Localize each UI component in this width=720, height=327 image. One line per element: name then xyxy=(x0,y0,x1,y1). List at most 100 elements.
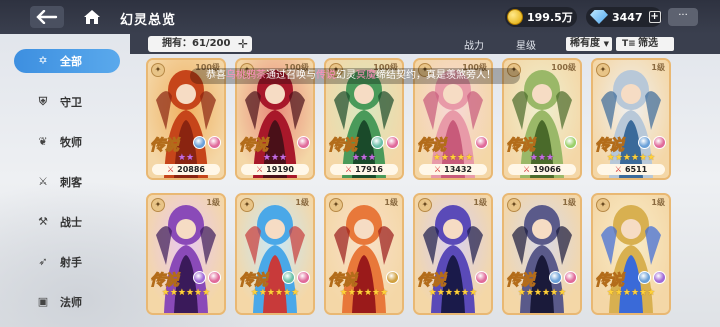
home-icon xyxy=(84,10,100,24)
class-badge-icon: ✦ xyxy=(329,198,343,212)
hero-level: 1级 xyxy=(651,63,665,72)
coin-icon xyxy=(507,9,523,25)
element-icons xyxy=(297,136,310,149)
element-icon xyxy=(208,136,221,149)
sidebar-item-mage[interactable]: ▣ 法师 xyxy=(14,290,120,314)
element-icon xyxy=(386,271,399,284)
hero-card[interactable]: ✦ 1级 传说 ★★★★★★ xyxy=(413,193,493,315)
sidebar-item-priest[interactable]: ❦ 牧师 xyxy=(14,130,120,154)
star-rating: ★★★★★★ xyxy=(339,288,389,298)
sword-icon: ⚒ xyxy=(38,215,48,228)
element-icon xyxy=(193,271,206,284)
star-rating: ★★★ xyxy=(262,153,288,163)
element-icons xyxy=(638,271,666,284)
sidebar-item-archer[interactable]: ➶ 射手 xyxy=(14,250,120,274)
gem-value: 3447 xyxy=(612,10,643,24)
rarity-label: 传说 xyxy=(238,136,268,155)
crossed-swords-icon: ⚔ xyxy=(255,165,264,174)
home-button[interactable] xyxy=(78,6,106,28)
class-badge-icon: ✦ xyxy=(151,198,165,212)
filter-label: 筛选 xyxy=(638,38,658,49)
sidebar-item-warrior[interactable]: ⚒ 战士 xyxy=(14,210,120,234)
wing-icon: ❦ xyxy=(38,135,48,148)
element-icon xyxy=(282,271,295,284)
combat-power-value: 6511 xyxy=(624,165,648,174)
rarity-label: 传说 xyxy=(149,271,179,290)
element-icon xyxy=(475,136,488,149)
element-icons xyxy=(549,271,577,284)
element-icons xyxy=(282,271,310,284)
element-icon xyxy=(208,271,221,284)
expand-icon[interactable]: ✛ xyxy=(238,36,248,52)
hero-card[interactable]: ✦ 1级 传说 ★★★★★★ xyxy=(591,193,671,315)
class-badge-icon: ✦ xyxy=(596,198,610,212)
element-icons xyxy=(371,136,399,149)
chat-button[interactable]: ··· xyxy=(668,8,698,26)
rarity-label: 传说 xyxy=(327,271,357,290)
star-rating: ★★★★★★ xyxy=(250,288,300,298)
rarity-label: 传说 xyxy=(149,136,179,155)
star-rating: ★★★★★★ xyxy=(161,288,211,298)
hero-card[interactable]: ✦ 1级 传说 ★★★★★★ xyxy=(502,193,582,315)
sidebar-item-guardian[interactable]: ⛨ 守卫 xyxy=(14,90,120,114)
hero-card[interactable]: ✦ 1级 传说 ★★★★★★ xyxy=(324,193,404,315)
class-sidebar: ✡ 全部 ⛨ 守卫 ❦ 牧师 ⚔ 刺客 ⚒ 战士 ➶ 射手 ▣ 法师 xyxy=(0,34,130,327)
hero-level: 1级 xyxy=(206,198,220,207)
filter-button[interactable]: T≡ 筛选 xyxy=(616,37,674,51)
combat-power: ⚔ 19190 xyxy=(241,164,309,175)
sidebar-item-all[interactable]: ✡ 全部 xyxy=(14,49,120,73)
back-arrow-icon xyxy=(36,10,58,24)
star-rating: ★★★★★★ xyxy=(517,288,567,298)
owned-count: 拥有：61/200 ✛ xyxy=(148,36,252,52)
book-icon: ▣ xyxy=(37,295,49,308)
element-icons xyxy=(564,136,577,149)
sidebar-item-label: 法师 xyxy=(60,296,82,309)
hero-card[interactable]: ✦ 1级 传说 ★★★★★★ xyxy=(146,193,226,315)
back-button[interactable] xyxy=(30,6,64,28)
gem-counter: 3447 + xyxy=(586,7,662,27)
hero-card[interactable]: ✦ 1级 传说 ★★★★★★ ⚔ 6511 xyxy=(591,58,671,180)
element-icons xyxy=(386,271,399,284)
star-rating: ★★★★★ xyxy=(432,153,474,163)
element-icon xyxy=(386,136,399,149)
sort-by-power[interactable]: 战力 xyxy=(464,37,484,52)
crossed-swords-icon: ⚔ xyxy=(166,165,175,174)
element-icon xyxy=(653,136,666,149)
class-badge-icon: ✦ xyxy=(596,63,610,77)
combat-power: ⚔ 19066 xyxy=(508,164,576,175)
sidebar-item-label: 战士 xyxy=(60,216,82,229)
crossed-swords-icon: ⚔ xyxy=(522,165,531,174)
announcement-banner: 恭喜乌桃鸦茶通过召唤与传说幻灵冥魔缔结契约，真是羡煞旁人！ xyxy=(190,68,520,84)
hero-level: 100级 xyxy=(551,63,576,72)
class-badge-icon: ✦ xyxy=(151,63,165,77)
hero-card[interactable]: ✦ 1级 传说 ★★★★★★ xyxy=(235,193,315,315)
element-icon xyxy=(564,136,577,149)
rarity-label: 传说 xyxy=(416,271,446,290)
star-rating: ★★ xyxy=(177,153,195,163)
element-icons xyxy=(475,136,488,149)
crossed-swords-icon: ⚔ xyxy=(344,165,353,174)
sort-by-rarity-dropdown[interactable]: 稀有度 xyxy=(566,37,612,51)
shield-icon: ⛨ xyxy=(38,95,48,108)
combat-power-value: 13432 xyxy=(444,165,472,174)
sidebar-item-label: 射手 xyxy=(60,256,82,269)
element-icon xyxy=(371,136,384,149)
hero-level: 1级 xyxy=(473,198,487,207)
rarity-label: 传说 xyxy=(327,136,357,155)
combat-power: ⚔ 13432 xyxy=(419,164,487,175)
rarity-label: 传说 xyxy=(505,136,535,155)
element-icons xyxy=(193,136,221,149)
sort-by-star[interactable]: 星级 xyxy=(516,37,536,52)
blade-icon: ⚔ xyxy=(38,175,48,188)
hero-level: 1级 xyxy=(562,198,576,207)
element-icons xyxy=(193,271,221,284)
sidebar-item-label: 守卫 xyxy=(60,96,82,109)
star-rating: ★★★★★★ xyxy=(606,288,656,298)
add-gems-button[interactable]: + xyxy=(648,11,661,23)
sidebar-item-assassin[interactable]: ⚔ 刺客 xyxy=(14,170,120,194)
rarity-label: 传说 xyxy=(594,271,624,290)
sidebar-item-label: 全部 xyxy=(60,55,82,68)
gold-counter: 199.5万 xyxy=(505,7,577,27)
filter-bar: 拥有：61/200 ✛ 战力 星级 稀有度 T≡ 筛选 xyxy=(130,34,720,54)
class-badge-icon: ✦ xyxy=(418,198,432,212)
